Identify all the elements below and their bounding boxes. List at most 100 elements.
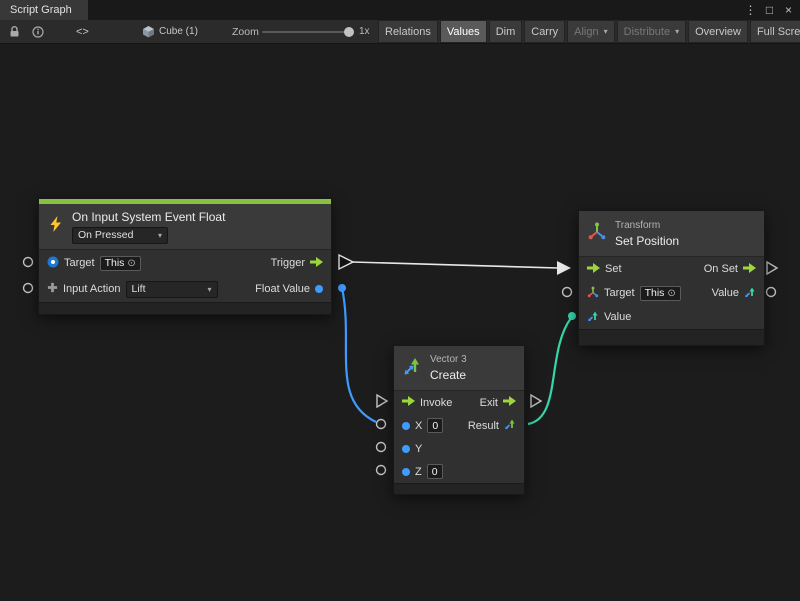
input-system-icon [47, 256, 59, 271]
target-port-label: Target [64, 257, 95, 269]
chevron-down-icon: ▾ [158, 231, 162, 240]
flow-arrow-icon [310, 257, 323, 270]
z-value-field[interactable]: 0 [427, 464, 443, 479]
close-icon[interactable]: × [781, 0, 796, 20]
event-mode-dropdown[interactable]: On Pressed ▾ [72, 227, 168, 244]
trigger-flow-port[interactable] [339, 255, 353, 269]
align-label: Align [574, 26, 598, 38]
z-type-dot [402, 468, 410, 476]
transform-icon [587, 221, 607, 246]
wire-result-to-value[interactable] [528, 318, 571, 424]
node-footer [394, 483, 524, 494]
z-port[interactable] [377, 466, 386, 475]
node-title: Set Position [615, 234, 679, 248]
on-set-port-label: On Set [704, 263, 738, 275]
tab-script-graph[interactable]: Script Graph [0, 0, 88, 20]
z-port-label: Z [415, 466, 422, 478]
result-port-label: Result [468, 420, 499, 432]
x-value-field[interactable]: 0 [427, 418, 443, 433]
input-action-value: Lift [132, 283, 146, 295]
on-set-port[interactable] [767, 262, 777, 274]
wire-floatvalue-to-x[interactable] [342, 288, 376, 422]
flow-arrow-icon [743, 263, 756, 276]
node-title: On Input System Event Float [72, 210, 225, 224]
y-port[interactable] [377, 443, 386, 452]
target-port-label: Target [604, 287, 635, 299]
zoom-slider-track[interactable] [262, 31, 354, 33]
trigger-port-label: Trigger [271, 257, 305, 269]
value-in-port[interactable] [568, 312, 576, 320]
lock-icon[interactable] [6, 20, 22, 43]
set-flow-arrowhead[interactable] [557, 261, 571, 275]
node-type-label: Vector 3 [430, 354, 467, 365]
title-bar: Script Graph ⋮ □ × [0, 0, 800, 20]
flow-arrow-icon [587, 263, 600, 276]
vector3-small-icon [504, 418, 516, 433]
float-value-type-dot [315, 285, 323, 293]
node-transform-set-position[interactable]: Transform Set Position Set On Set [578, 210, 765, 346]
wire-trigger-to-set[interactable] [352, 262, 558, 268]
graph-object-label[interactable]: Cube (1) [159, 20, 198, 43]
cube-icon [142, 20, 156, 43]
chevron-down-icon: ▾ [207, 285, 211, 294]
y-port-label: Y [415, 443, 422, 455]
value-in-port-label: Value [604, 311, 631, 323]
script-graph-window: Script Graph ⋮ □ × <> Cube (1) Zoom 1x R… [0, 0, 800, 601]
invoke-port[interactable] [377, 395, 387, 407]
distribute-button[interactable]: Distribute▾ [617, 20, 686, 43]
float-value-port[interactable] [338, 284, 346, 292]
carry-button[interactable]: Carry [524, 20, 565, 43]
info-icon[interactable] [30, 20, 46, 43]
value-out-port-label: Value [712, 287, 739, 299]
event-mode-value: On Pressed [78, 229, 133, 241]
node-type-label: Transform [615, 220, 679, 231]
graph-toolbar: <> Cube (1) Zoom 1x Relations Values Dim… [0, 20, 800, 44]
dim-button[interactable]: Dim [489, 20, 523, 43]
exit-port[interactable] [531, 395, 541, 407]
input-action-port[interactable] [24, 284, 33, 293]
exit-port-label: Exit [480, 397, 498, 409]
vector3-small-icon [587, 310, 599, 325]
transform-small-icon [587, 286, 599, 301]
set-port-label: Set [605, 263, 622, 275]
zoom-value: 1x [359, 20, 370, 43]
x-port-label: X [415, 420, 422, 432]
flow-arrow-icon [402, 396, 415, 409]
chevron-down-icon: ▾ [604, 27, 608, 36]
event-target-port[interactable] [24, 258, 33, 267]
x-port[interactable] [377, 420, 386, 429]
flow-arrow-icon [503, 396, 516, 409]
x-type-dot [402, 422, 410, 430]
z-value: 0 [432, 466, 438, 478]
target-value-chip[interactable]: This ⊙ [100, 256, 141, 271]
align-button[interactable]: Align ▾ [567, 20, 614, 43]
input-action-dropdown[interactable]: Lift ▾ [126, 281, 218, 298]
target-value-chip[interactable]: This ⊙ [640, 286, 681, 301]
overview-button[interactable]: Overview [688, 20, 748, 43]
node-footer [39, 302, 331, 314]
code-view-icon[interactable]: <> [76, 20, 89, 43]
node-vector3-create[interactable]: Vector 3 Create Invoke Exit X 0 Result [393, 345, 525, 495]
node-title: Create [430, 368, 467, 382]
menu-icon[interactable]: ⋮ [743, 0, 758, 20]
target-icon: ⊙ [667, 288, 675, 299]
target-icon: ⊙ [127, 258, 135, 269]
relations-button[interactable]: Relations [378, 20, 438, 43]
values-button[interactable]: Values [440, 20, 487, 43]
dpad-icon [47, 282, 58, 296]
invoke-port-label: Invoke [420, 397, 452, 409]
node-footer [579, 329, 764, 345]
y-type-dot [402, 445, 410, 453]
target-value: This [105, 257, 125, 269]
transform-target-port[interactable] [563, 288, 572, 297]
x-value: 0 [432, 420, 438, 432]
target-value: This [645, 287, 665, 299]
zoom-slider-handle[interactable] [344, 27, 354, 37]
toolbar-buttons: Relations Values Dim Carry Align ▾ Distri… [378, 20, 800, 43]
full-screen-button[interactable]: Full Screen [750, 20, 800, 43]
float-value-port-label: Float Value [255, 283, 310, 295]
value-out-port[interactable] [767, 288, 776, 297]
node-on-input-system-event-float[interactable]: On Input System Event Float On Pressed ▾… [38, 198, 332, 315]
vector3-small-icon [744, 286, 756, 301]
maximize-icon[interactable]: □ [762, 0, 777, 20]
